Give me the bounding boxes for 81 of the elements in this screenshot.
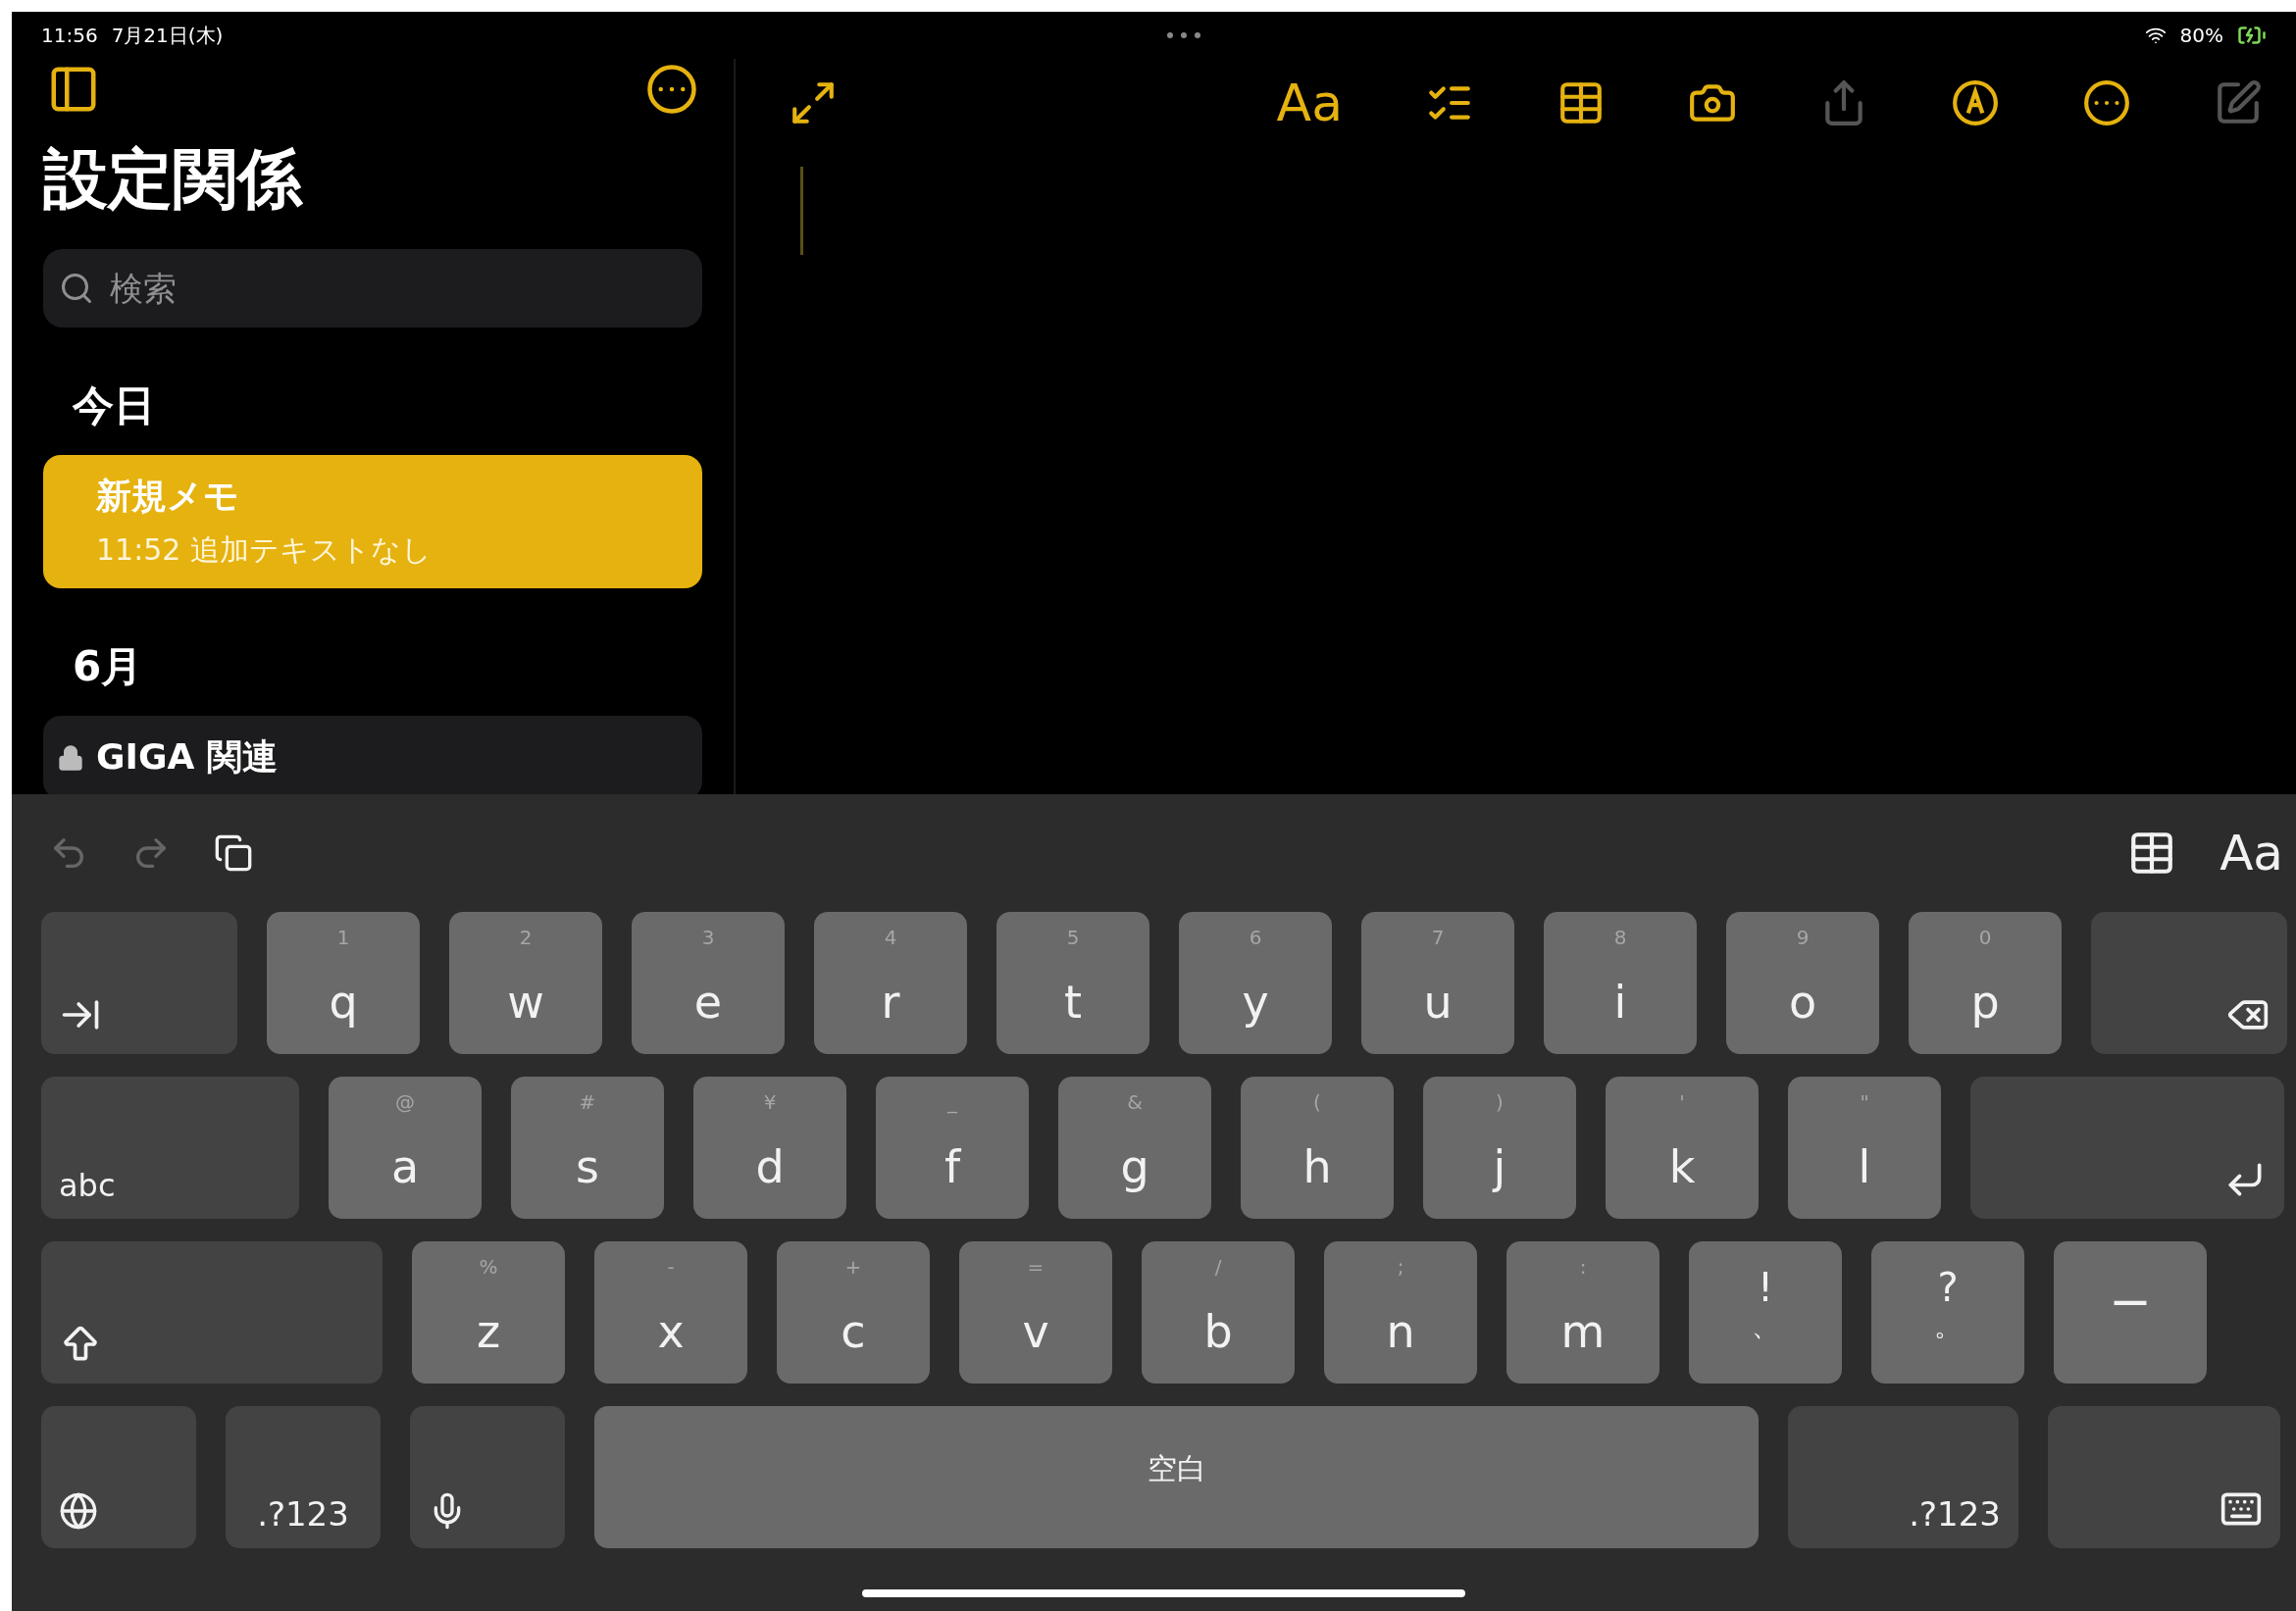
letter-key[interactable]: ; n <box>1324 1241 1477 1384</box>
format-button[interactable]: Aa <box>2218 827 2285 880</box>
dash-key[interactable]: ー <box>2054 1241 2207 1384</box>
letter-key[interactable]: 3 e <box>632 912 785 1054</box>
key-hint: ) <box>1495 1090 1505 1114</box>
letter-key[interactable]: @ a <box>329 1077 482 1219</box>
key-hint: ' <box>1678 1090 1686 1114</box>
letter-key[interactable]: ) j <box>1423 1077 1576 1219</box>
key-hint: ; <box>1396 1255 1405 1279</box>
letter-key[interactable]: ¥ d <box>693 1077 846 1219</box>
letter-key[interactable]: 6 y <box>1179 912 1332 1054</box>
letter-key[interactable]: / b <box>1142 1241 1295 1384</box>
key-hint: 4 <box>883 926 898 949</box>
key-hint: " <box>1859 1090 1870 1114</box>
key-hint: / <box>1213 1255 1223 1279</box>
key-hint: & <box>1126 1090 1144 1114</box>
folder-title: 設定関係 <box>43 140 304 219</box>
globe-icon <box>59 1491 98 1531</box>
battery-percent: 80% <box>2179 24 2223 47</box>
globe-key[interactable] <box>41 1406 196 1548</box>
key-hint: _ <box>945 1090 959 1114</box>
key-hint: + <box>843 1255 863 1279</box>
punctuation-key[interactable]: ? 。 <box>1871 1241 2024 1384</box>
key-hint: 7 <box>1430 926 1446 949</box>
key-hint: 2 <box>518 926 534 949</box>
letter-key[interactable]: + c <box>777 1241 930 1384</box>
paste-icon <box>214 833 253 873</box>
pen-circle-icon <box>1951 78 2000 127</box>
format-button[interactable]: Aa <box>1272 74 1347 132</box>
more-icon <box>645 63 698 116</box>
letter-key[interactable]: : m <box>1506 1241 1659 1384</box>
more-icon <box>2082 78 2131 127</box>
key-hint: 5 <box>1065 926 1081 949</box>
letter-key[interactable]: " l <box>1788 1077 1941 1219</box>
letter-key[interactable]: _ f <box>876 1077 1029 1219</box>
key-hint: 3 <box>700 926 716 949</box>
letter-key[interactable]: 0 p <box>1909 912 2062 1054</box>
letter-key[interactable]: 4 r <box>814 912 967 1054</box>
section-header: 今日 <box>71 380 156 431</box>
section-header: 6月 <box>72 641 144 692</box>
letter-key[interactable]: # s <box>511 1077 664 1219</box>
abc-key[interactable]: abc <box>41 1077 299 1219</box>
status-date: 7月21日(木) <box>111 22 224 49</box>
key-hint: @ <box>394 1090 416 1114</box>
note-list-item[interactable]: GIGA 関連 <box>43 716 702 794</box>
letter-key[interactable]: 2 w <box>449 912 602 1054</box>
key-hint: 9 <box>1795 926 1811 949</box>
letter-key[interactable]: 1 q <box>267 912 420 1054</box>
multitasking-dots-icon[interactable] <box>1164 31 1203 39</box>
key-hint: ¥ <box>762 1090 778 1114</box>
numbers-key[interactable]: .?123 <box>226 1406 381 1548</box>
key-hint: 8 <box>1612 926 1628 949</box>
note-title: 新規メモ <box>96 475 239 518</box>
punctuation-key[interactable]: ! 、 <box>1689 1241 1842 1384</box>
letter-key[interactable]: ( h <box>1241 1077 1394 1219</box>
note-subtitle: 11:52 追加テキストなし <box>96 531 433 569</box>
space-key[interactable]: 空白 <box>594 1406 1759 1548</box>
search-field[interactable]: 検索 <box>43 249 702 327</box>
numbers-key[interactable]: .?123 <box>1788 1406 2018 1548</box>
lock-icon <box>57 743 84 772</box>
letter-key[interactable]: 5 t <box>996 912 1149 1054</box>
key-hint: = <box>1026 1255 1046 1279</box>
key-hint: - <box>666 1255 676 1279</box>
letter-key[interactable]: - x <box>594 1241 747 1384</box>
key-hint: 0 <box>1977 926 1993 949</box>
letter-key[interactable]: 9 o <box>1726 912 1879 1054</box>
status-time: 11:56 <box>41 24 98 47</box>
key-hint: ( <box>1312 1090 1322 1114</box>
key-hint: 6 <box>1248 926 1263 949</box>
letter-key[interactable]: & g <box>1058 1077 1211 1219</box>
key-hint: # <box>578 1090 597 1114</box>
key-hint: % <box>478 1255 499 1279</box>
letter-key[interactable]: 8 i <box>1544 912 1697 1054</box>
letter-key[interactable]: ' k <box>1606 1077 1759 1219</box>
letter-key[interactable]: % z <box>412 1241 565 1384</box>
key-hint: : <box>1578 1255 1588 1279</box>
letter-key[interactable]: 7 u <box>1361 912 1514 1054</box>
note-title: GIGA 関連 <box>96 735 278 779</box>
letter-key[interactable]: = v <box>959 1241 1112 1384</box>
key-hint: 1 <box>335 926 351 949</box>
search-icon <box>59 271 94 306</box>
